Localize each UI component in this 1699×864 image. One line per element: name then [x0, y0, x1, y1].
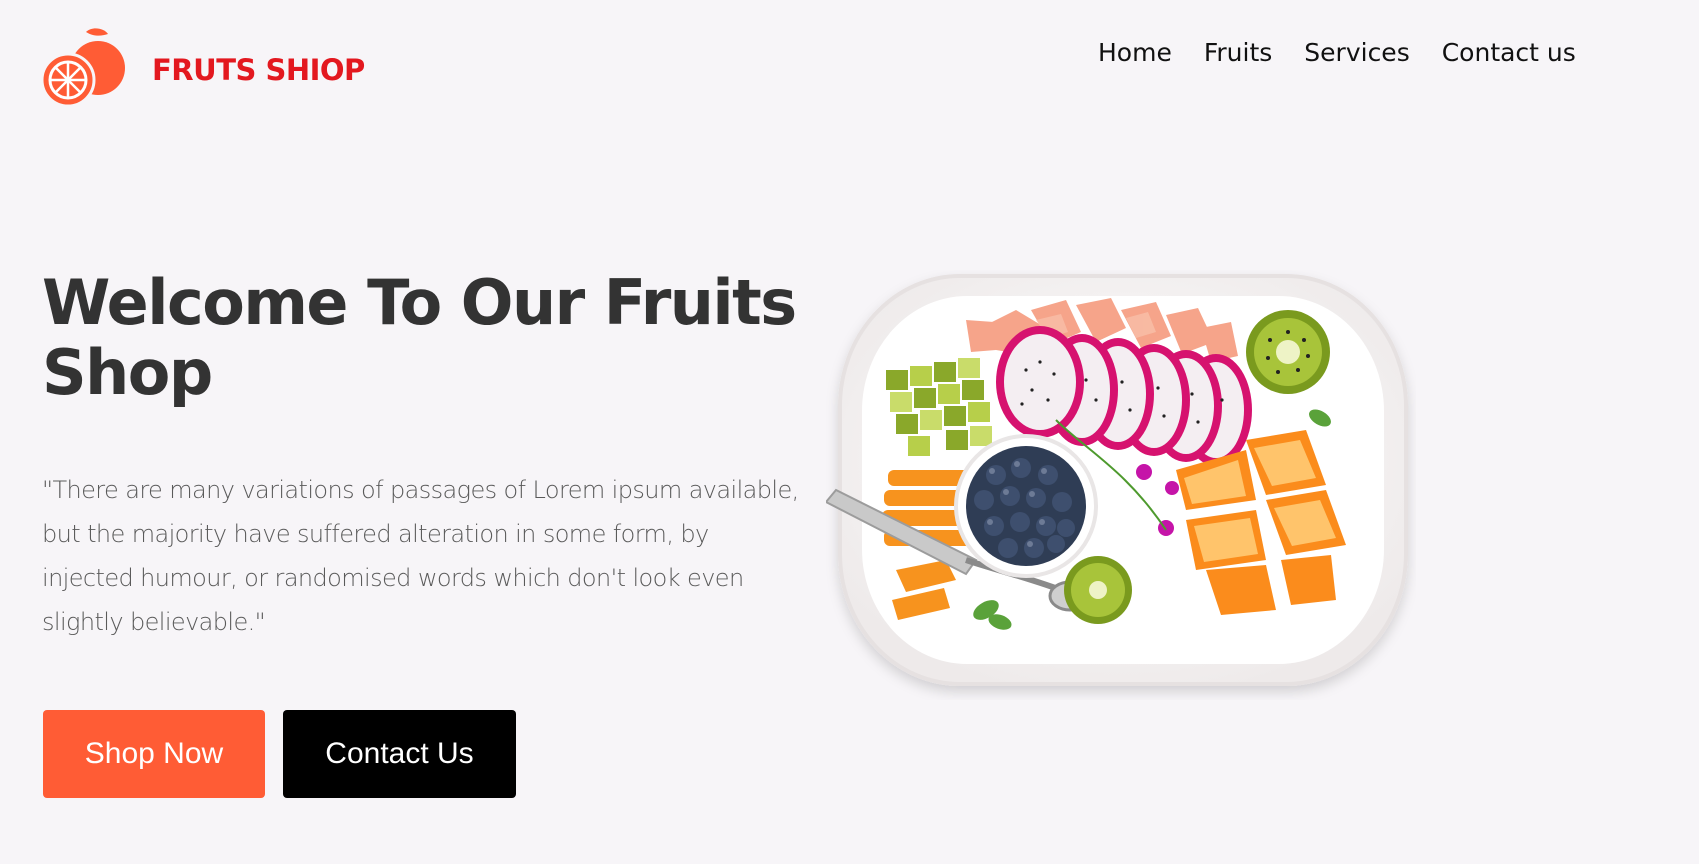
nav-contact-link[interactable]: Contact us: [1442, 38, 1576, 67]
site-header: FRUTS SHIOP Home Fruits Services Contact…: [0, 0, 1699, 130]
hero-description: "There are many variations of passages o…: [42, 476, 799, 636]
shop-now-button[interactable]: Shop Now: [43, 710, 265, 798]
nav-fruits-link[interactable]: Fruits: [1204, 38, 1272, 67]
brand-name[interactable]: FRUTS SHIOP: [126, 53, 365, 87]
orange-fruit-icon: [42, 28, 125, 108]
nav-services-link[interactable]: Services: [1304, 38, 1409, 67]
contact-us-button[interactable]: Contact Us: [283, 710, 516, 798]
nav-home-link[interactable]: Home: [1098, 38, 1172, 67]
hero-title: Welcome To Our Fruits Shop: [42, 266, 797, 409]
brand[interactable]: FRUTS SHIOP: [42, 26, 365, 108]
fruit-platter-image: [826, 274, 1408, 686]
main-nav: Home Fruits Services Contact us: [1098, 38, 1576, 67]
page: FRUTS SHIOP Home Fruits Services Contact…: [0, 0, 1699, 864]
